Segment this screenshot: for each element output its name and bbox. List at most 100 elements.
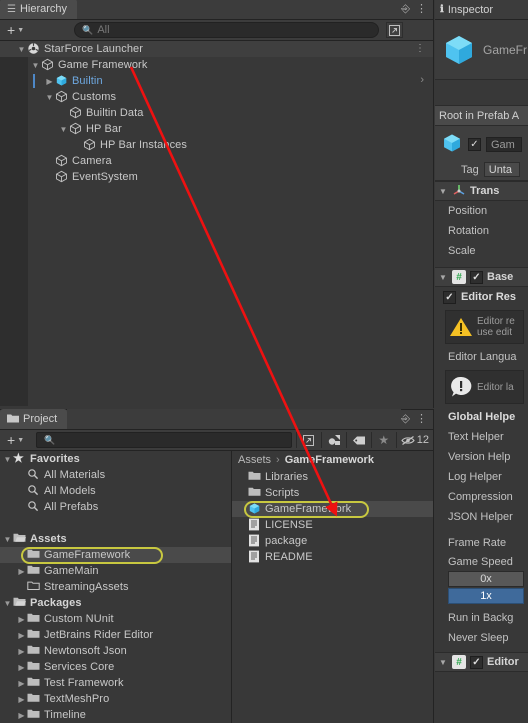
open-in-window-icon[interactable] <box>386 22 404 38</box>
project-file-item-scripts[interactable]: Scripts <box>232 485 433 501</box>
hierarchy-search-input[interactable]: 🔍 All <box>74 22 380 38</box>
expand-triangle[interactable]: ▼ <box>2 599 13 608</box>
project-tree-item-all-prefabs[interactable]: All Prefabs <box>0 499 231 515</box>
property-text-helper[interactable]: Text Helper <box>435 427 528 447</box>
search-icon <box>27 468 41 482</box>
collapse-triangle[interactable]: ▶ <box>16 567 27 576</box>
project-tree-item-jetbrains-rider-editor[interactable]: ▶ JetBrains Rider Editor <box>0 627 231 643</box>
project-file-item-readme[interactable]: README <box>232 549 433 565</box>
property-frame-rate[interactable]: Frame Rate <box>435 533 528 553</box>
expand-triangle[interactable]: ▼ <box>58 125 69 134</box>
property-compression-helper[interactable]: Compression <box>435 487 528 507</box>
project-tree-item-packages[interactable]: ▼ Packages <box>0 595 231 611</box>
editor-resource-checkbox[interactable]: ✓ <box>443 290 456 304</box>
component-header-transform[interactable]: ▼ Trans <box>435 181 528 201</box>
open-in-window-icon[interactable] <box>295 432 321 448</box>
project-tree-item-gamemain[interactable]: ▶ GameMain <box>0 563 231 579</box>
project-tree-item-textmeshpro[interactable]: ▶ TextMeshPro <box>0 691 231 707</box>
component-enabled-checkbox-base[interactable]: ✓ <box>470 270 483 284</box>
project-tree-item-streamingassets[interactable]: StreamingAssets <box>0 579 231 595</box>
game-speed-option-1x[interactable]: 1x <box>448 588 524 604</box>
project-tree-item-favorites[interactable]: ▼ ★ Favorites <box>0 451 231 467</box>
filter-by-label-icon[interactable] <box>345 432 371 448</box>
project-tree-item-all-materials[interactable]: All Materials <box>0 467 231 483</box>
project-tree-item-gameframework[interactable]: GameFramework <box>0 547 231 563</box>
object-name-field[interactable]: Gam <box>486 137 522 152</box>
project-tree-item-services-core[interactable]: ▶ Services Core <box>0 659 231 675</box>
tab-project[interactable]: Project <box>0 409 68 429</box>
hidden-assets-indicator[interactable]: 12 <box>395 432 433 448</box>
expand-triangle[interactable]: ▼ <box>2 535 13 544</box>
toggle-editor-resource[interactable]: ✓ Editor Res <box>435 287 528 307</box>
project-tree-item-assets[interactable]: ▼ Assets <box>0 531 231 547</box>
collapse-triangle[interactable]: ▶ <box>16 647 27 656</box>
component-header-base[interactable]: ▼ # ✓ Base <box>435 267 528 287</box>
folder-open-icon <box>13 532 27 546</box>
project-file-item-gameframework[interactable]: GameFramework <box>232 501 433 517</box>
project-file-item-license[interactable]: LICENSE <box>232 517 433 533</box>
expand-triangle[interactable]: ▼ <box>30 61 41 70</box>
kebab-menu-icon[interactable]: ⋮ <box>416 4 427 15</box>
chevron-down-icon[interactable]: ▼ <box>438 658 448 667</box>
hierarchy-tree[interactable]: ▼ StarForce Launcher ⋮ ▼ Game Framework ▶ Buil… <box>0 41 433 406</box>
lock-icon[interactable]: ⎆ <box>401 413 410 426</box>
tag-dropdown[interactable]: Unta <box>483 162 520 177</box>
project-file-item-package[interactable]: package <box>232 533 433 549</box>
collapse-triangle[interactable]: ▶ <box>16 679 27 688</box>
property-rotation[interactable]: Rotation <box>435 221 528 241</box>
breadcrumb-root[interactable]: Assets <box>238 454 271 466</box>
chevron-down-icon[interactable]: ▼ <box>438 187 448 196</box>
kebab-menu-icon[interactable]: ⋮ <box>416 414 427 425</box>
project-file-list[interactable]: Assets › GameFramework Libraries Scripts G… <box>232 451 433 723</box>
filter-by-type-icon[interactable] <box>320 432 346 448</box>
object-enabled-checkbox[interactable]: ✓ <box>468 138 481 151</box>
property-scale[interactable]: Scale <box>435 241 528 261</box>
tab-inspector[interactable]: ℹ Inspector <box>435 0 528 20</box>
create-asset-button[interactable]: + ▼ <box>3 432 28 448</box>
property-never-sleep[interactable]: Never Sleep <box>435 628 528 648</box>
project-file-item-libraries[interactable]: Libraries <box>232 469 433 485</box>
project-tree-item-test-framework[interactable]: ▶ Test Framework <box>0 675 231 691</box>
expand-triangle[interactable]: ▼ <box>44 93 55 102</box>
project-search-input[interactable]: 🔍 <box>36 432 292 448</box>
property-version-helper[interactable]: Version Help <box>435 447 528 467</box>
property-json-helper[interactable]: JSON Helper <box>435 507 528 527</box>
component-enabled-checkbox-editor[interactable]: ✓ <box>470 655 483 669</box>
open-prefab-chevron-icon[interactable]: › <box>420 74 424 86</box>
collapse-triangle[interactable]: ▶ <box>44 77 55 86</box>
game-speed-option-0x[interactable]: 0x <box>448 571 524 587</box>
hierarchy-item-camera[interactable]: Camera <box>0 153 433 169</box>
lock-icon[interactable]: ⎆ <box>401 3 410 16</box>
project-tree-item-custom-nunit[interactable]: ▶ Custom NUnit <box>0 611 231 627</box>
project-tree-item-all-models[interactable]: All Models <box>0 483 231 499</box>
hierarchy-item-hp-bar-instances[interactable]: HP Bar Instances <box>0 137 433 153</box>
expand-triangle[interactable]: ▼ <box>16 45 27 54</box>
hierarchy-item-hp-bar[interactable]: ▼ HP Bar <box>0 121 433 137</box>
property-position[interactable]: Position <box>435 201 528 221</box>
collapse-triangle[interactable]: ▶ <box>16 663 27 672</box>
project-folder-tree[interactable]: ▼ ★ Favorites All Materials All Models All Pr… <box>0 451 232 723</box>
component-header-editor[interactable]: ▼ # ✓ Editor <box>435 652 528 672</box>
collapse-triangle[interactable]: ▶ <box>16 631 27 640</box>
star-icon[interactable]: ★ <box>370 432 396 448</box>
hierarchy-item-builtin[interactable]: ▶ Builtin › <box>0 73 433 89</box>
project-tree-item-newtonsoft-json[interactable]: ▶ Newtonsoft Json <box>0 643 231 659</box>
create-gameobject-button[interactable]: + ▼ <box>3 22 28 38</box>
expand-triangle[interactable]: ▼ <box>2 455 13 464</box>
hierarchy-item-eventsystem[interactable]: EventSystem <box>0 169 433 185</box>
collapse-triangle[interactable]: ▶ <box>16 711 27 720</box>
project-tree-item-timeline[interactable]: ▶ Timeline <box>0 707 231 723</box>
property-run-in-background[interactable]: Run in Backg <box>435 608 528 628</box>
breadcrumb[interactable]: Assets › GameFramework <box>232 451 433 469</box>
property-editor-language[interactable]: Editor Langua <box>435 347 528 367</box>
tab-hierarchy[interactable]: ☰ Hierarchy <box>0 0 78 19</box>
chevron-down-icon[interactable]: ▼ <box>438 273 448 282</box>
kebab-menu-icon[interactable]: ⋮ <box>415 43 425 54</box>
hierarchy-item-starforce-launcher[interactable]: ▼ StarForce Launcher ⋮ <box>0 41 433 57</box>
collapse-triangle[interactable]: ▶ <box>16 695 27 704</box>
collapse-triangle[interactable]: ▶ <box>16 615 27 624</box>
property-log-helper[interactable]: Log Helper <box>435 467 528 487</box>
hierarchy-item-customs[interactable]: ▼ Customs <box>0 89 433 105</box>
hierarchy-item-builtin-data[interactable]: Builtin Data <box>0 105 433 121</box>
hierarchy-item-game-framework[interactable]: ▼ Game Framework <box>0 57 433 73</box>
